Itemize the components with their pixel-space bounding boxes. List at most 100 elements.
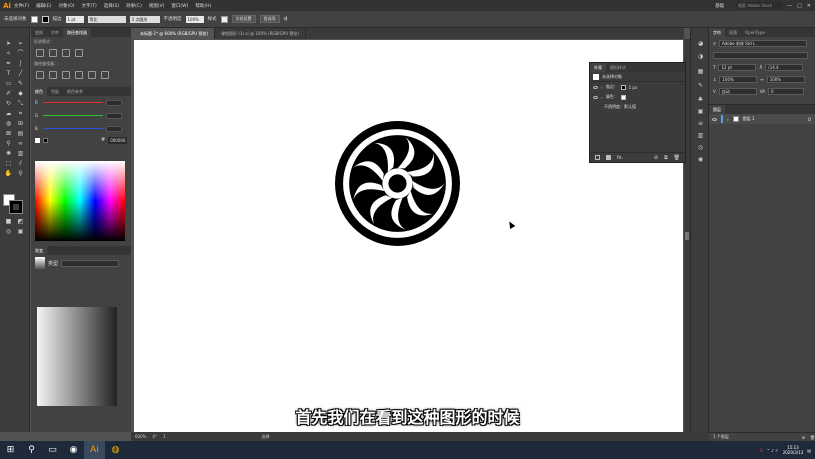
chrome-app-icon[interactable]: ◍ xyxy=(105,441,126,459)
artboard-number[interactable]: 1 xyxy=(163,434,166,439)
rotation-value[interactable]: 0° xyxy=(152,434,157,439)
preferences-button[interactable]: 首选项 xyxy=(259,15,280,23)
tab-align[interactable]: 对齐 xyxy=(47,30,63,36)
tab-color[interactable]: 颜色 xyxy=(31,87,47,96)
eyedropper-tool-icon[interactable]: ⚲ xyxy=(4,140,13,148)
symbol-sprayer-tool-icon[interactable]: ✺ xyxy=(4,150,13,158)
rectangle-tool-icon[interactable]: ▭ xyxy=(4,80,13,88)
font-family-dropdown[interactable]: Adobe 宋体 Std L xyxy=(718,39,807,47)
font-size-input[interactable]: 12 pt xyxy=(718,63,757,71)
duplicate-item-icon[interactable]: ⧉ xyxy=(664,155,668,161)
trim-icon[interactable] xyxy=(49,71,57,79)
paintbrush-tool-icon[interactable]: ✎ xyxy=(16,80,25,88)
symbols-icon[interactable]: ♣ xyxy=(697,96,704,103)
appearance-panel-icon[interactable]: ◉ xyxy=(697,156,704,163)
style-swatch[interactable] xyxy=(220,15,228,23)
minimize-button[interactable]: — xyxy=(787,3,792,9)
tab-color-guide[interactable]: 颜色参考 xyxy=(63,89,87,95)
type-tool-icon[interactable]: T xyxy=(4,70,13,78)
intersect-icon[interactable] xyxy=(62,49,70,57)
black-swatch[interactable] xyxy=(43,137,48,143)
layer-target-icon[interactable]: O xyxy=(808,117,815,122)
horizontal-scale-input[interactable]: 100% xyxy=(766,75,805,83)
crop-icon[interactable] xyxy=(75,71,83,79)
transparency-panel-icon[interactable]: ◎ xyxy=(697,144,704,151)
selection-tool-icon[interactable]: ➤ xyxy=(4,40,13,48)
line-tool-icon[interactable]: ╱ xyxy=(16,70,25,78)
minus-front-icon[interactable] xyxy=(49,49,57,57)
menu-effect[interactable]: 效果(C) xyxy=(126,3,142,9)
tray-icons[interactable]: ⌃ ♪ ⚐ xyxy=(767,448,779,453)
perspective-tool-icon[interactable]: ⊞ xyxy=(16,120,25,128)
stroke-profile-dropdown[interactable]: 等比 xyxy=(87,15,126,23)
tab-gradient[interactable]: 渐变 xyxy=(31,246,47,255)
workspace-switcher[interactable]: 基础 xyxy=(715,3,724,9)
screen-mode-icon[interactable]: ▣ xyxy=(16,228,25,236)
slice-tool-icon[interactable]: ⫽ xyxy=(16,160,25,168)
zoom-level[interactable]: 600% xyxy=(135,434,146,439)
exclude-icon[interactable] xyxy=(75,49,83,57)
vertical-scale-input[interactable]: 100% xyxy=(719,75,758,83)
delete-layer-icon[interactable]: 🗑 xyxy=(810,435,815,440)
tab-swatches[interactable]: 色板 xyxy=(47,89,63,95)
document-setup-button[interactable]: 文档设置 xyxy=(231,15,256,23)
pen-tool-icon[interactable]: ✒ xyxy=(4,60,13,68)
tab-paragraph[interactable]: 段落 xyxy=(725,30,741,36)
maximize-button[interactable]: □ xyxy=(797,3,802,9)
menu-window[interactable]: 窗口(W) xyxy=(171,3,188,9)
expand-icon[interactable]: › xyxy=(601,95,603,100)
tab-appearance[interactable]: 外观 xyxy=(590,63,606,72)
menu-select[interactable]: 选择(S) xyxy=(104,3,119,9)
illustrator-app-icon[interactable]: Ai xyxy=(84,441,105,459)
appearance-opacity-row[interactable]: 不透明度：默认值 xyxy=(590,102,685,112)
appearance-fill-row[interactable]: › 填色： xyxy=(590,92,685,102)
mesh-tool-icon[interactable]: ⊠ xyxy=(4,130,13,138)
hex-input[interactable]: 000000 xyxy=(108,136,128,144)
outline-icon[interactable] xyxy=(88,71,96,79)
vertical-scroll-thumb[interactable] xyxy=(685,232,689,240)
kerning-input[interactable]: 自动 xyxy=(718,87,757,95)
gradient-mode-icon[interactable]: ◩ xyxy=(16,218,25,226)
hand-tool-icon[interactable]: ✋ xyxy=(4,170,13,178)
magic-wand-tool-icon[interactable]: ✧ xyxy=(4,50,13,58)
channel-r-input[interactable] xyxy=(106,99,122,106)
graphic-styles-icon[interactable]: ▣ xyxy=(697,108,704,115)
white-swatch[interactable] xyxy=(35,137,40,143)
tab-pathfinder[interactable]: 路径查找器 xyxy=(63,28,91,37)
gradient-preview[interactable] xyxy=(35,256,45,271)
curvature-tool-icon[interactable]: ∫ xyxy=(16,60,25,68)
stroke-weight-input[interactable]: 1 pt xyxy=(65,15,84,23)
layer-name[interactable]: 图层 1 xyxy=(743,116,755,122)
fill-swatch-small[interactable] xyxy=(620,94,626,100)
leading-input[interactable]: (14.4 xyxy=(765,63,804,71)
search-icon[interactable]: ⚲ xyxy=(21,441,42,459)
close-button[interactable]: ✕ xyxy=(807,3,811,9)
notifications-icon[interactable]: ▤ xyxy=(807,448,811,453)
merge-icon[interactable] xyxy=(62,71,70,79)
gradient-type-dropdown[interactable] xyxy=(61,260,120,267)
new-fill-icon[interactable] xyxy=(606,155,611,160)
opacity-input[interactable]: 100% xyxy=(185,15,204,23)
tab-transform[interactable]: 变换 xyxy=(31,30,47,36)
menu-help[interactable]: 帮助(H) xyxy=(195,3,211,9)
task-view-icon[interactable]: ▭ xyxy=(42,441,63,459)
tab-graphic-styles[interactable]: 图形样式 xyxy=(606,65,630,71)
eye-icon[interactable] xyxy=(712,117,717,121)
warp-tool-icon[interactable]: ☁ xyxy=(4,110,13,118)
tab-opentype[interactable]: OpenType xyxy=(741,30,769,35)
zoom-tool-icon[interactable]: ⚲ xyxy=(16,170,25,178)
font-style-dropdown[interactable] xyxy=(713,51,808,59)
menu-object[interactable]: 对象(O) xyxy=(58,3,74,9)
blend-tool-icon[interactable]: ∞ xyxy=(16,140,25,148)
aperture-artwork[interactable] xyxy=(333,119,462,248)
color-mode-icon[interactable]: ■ xyxy=(4,218,13,226)
channel-g-input[interactable] xyxy=(106,112,122,119)
new-layer-icon[interactable]: ⊞ xyxy=(802,435,805,440)
color-spectrum[interactable] xyxy=(35,161,125,241)
gradient-tool-icon[interactable]: ▤ xyxy=(16,130,25,138)
free-transform-tool-icon[interactable]: ⌗ xyxy=(16,110,25,118)
graph-tool-icon[interactable]: ▥ xyxy=(16,150,25,158)
appearance-opacity-label[interactable]: 不透明度：默认值 xyxy=(604,104,636,110)
draw-mode-icon[interactable]: ◎ xyxy=(4,228,13,236)
color-guide-icon[interactable]: ◑ xyxy=(697,53,704,60)
